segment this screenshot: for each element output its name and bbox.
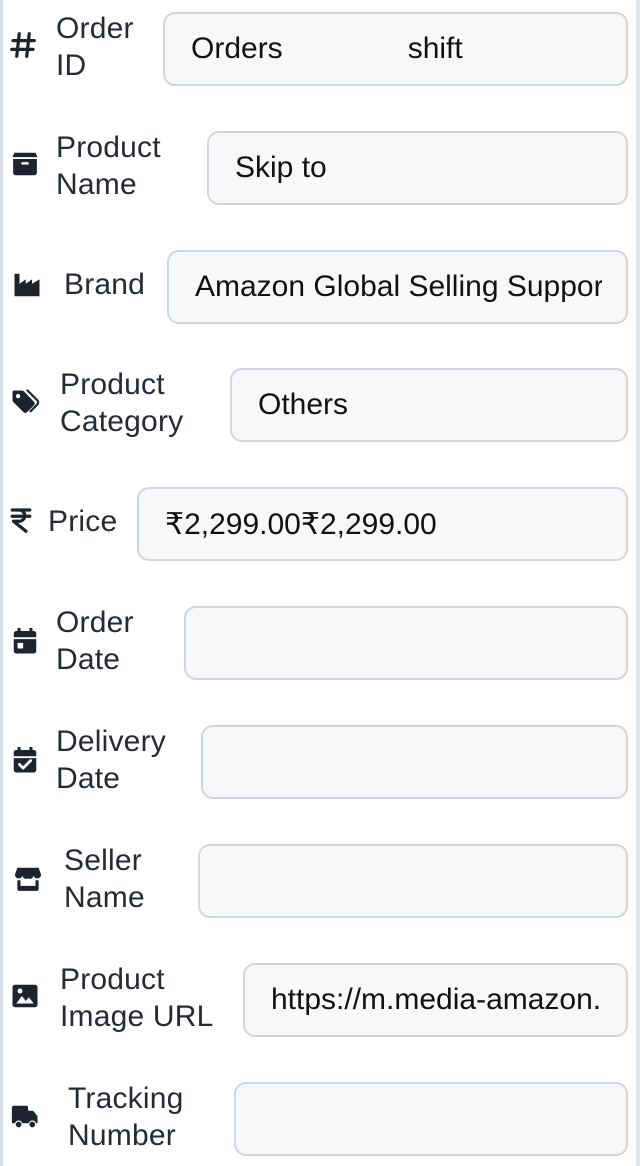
brand-label: Brand [64,268,146,301]
product-category-input[interactable] [230,368,628,442]
price-label: Price [48,505,118,538]
order-id-row: Order ID [0,10,640,90]
price-row: Price [0,485,640,565]
seller-name-label: Seller Name [64,844,145,914]
product-image-url-row: Product Image URL [0,961,640,1041]
delivery-date-input[interactable] [201,725,628,799]
rupee-icon [6,505,36,535]
product-category-row: Product Category [0,366,640,446]
price-input[interactable] [137,487,628,561]
calendar-icon [10,626,40,656]
brand-input[interactable] [167,250,628,324]
calendar-check-icon [10,745,40,775]
order-id-input[interactable] [163,12,628,86]
industry-icon [12,270,42,300]
order-date-input[interactable] [184,606,628,680]
tracking-number-label: Tracking Number [68,1082,184,1152]
product-image-url-input[interactable] [243,963,628,1037]
product-name-label: Product Name [56,131,161,201]
box-icon [10,149,40,179]
store-icon [13,864,43,894]
order-date-row: Order Date [0,604,640,684]
product-name-row: Product Name [0,129,640,209]
order-id-label: Order ID [56,12,134,82]
seller-name-row: Seller Name [0,842,640,922]
hash-icon [8,30,38,60]
delivery-date-row: Delivery Date [0,723,640,803]
tracking-number-row: Tracking Number [0,1080,640,1160]
product-category-label: Product Category [60,368,184,438]
seller-name-input[interactable] [198,844,628,918]
image-icon [10,981,40,1011]
tracking-number-input[interactable] [234,1082,628,1156]
product-name-input[interactable] [207,131,628,205]
product-image-url-label: Product Image URL [60,963,214,1033]
delivery-date-label: Delivery Date [56,725,166,795]
tags-icon [10,388,40,418]
truck-icon [10,1102,40,1132]
order-date-label: Order Date [56,606,134,676]
brand-row: Brand [0,248,640,328]
